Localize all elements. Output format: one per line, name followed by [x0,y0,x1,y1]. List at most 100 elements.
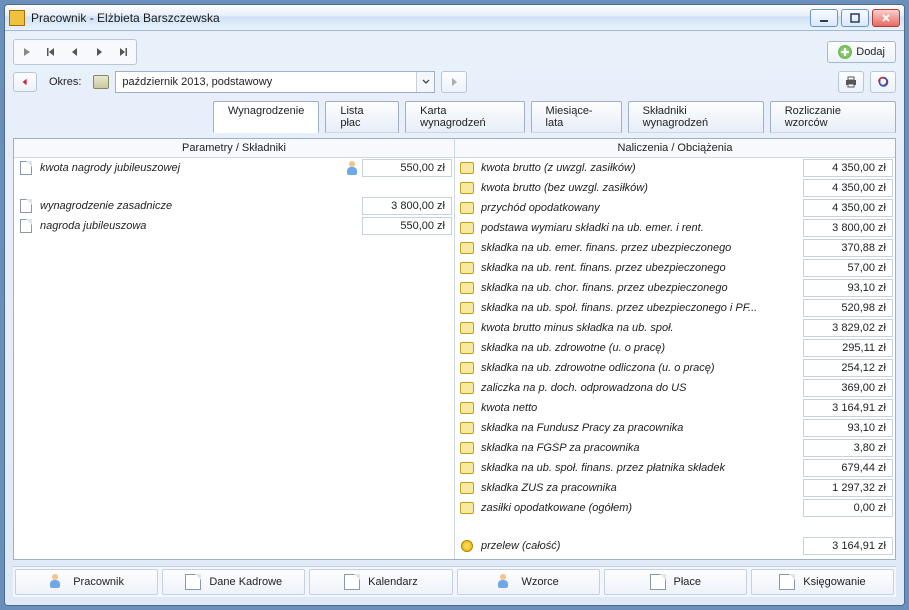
list-item[interactable]: zasiłki opodatkowane (ogółem)0,00 zł [455,498,895,518]
list-item[interactable]: składka na ub. rent. finans. przez ubezp… [455,258,895,278]
list-item[interactable]: podstawa wymiaru składki na ub. emer. i … [455,218,895,238]
row-label: zaliczka na p. doch. odprowadzona do US [481,382,803,394]
list-item[interactable]: kwota netto3 164,91 zł [455,398,895,418]
list-item[interactable]: wynagrodzenie zasadnicze3 800,00 zł [14,196,454,216]
list-item[interactable]: składka na ub. społ. finans. przez ubezp… [455,298,895,318]
list-item[interactable]: przelew (całość)3 164,91 zł [455,536,895,556]
row-value: 254,12 zł [803,359,893,377]
row-value: 4 350,00 zł [803,179,893,197]
row-label: kwota nagrody jubileuszowej [40,162,344,174]
right-rows: kwota brutto (z uwzgl. zasiłków)4 350,00… [455,158,895,559]
list-item[interactable]: kwota brutto (bez uwzgl. zasiłków)4 350,… [455,178,895,198]
scroll-icon [459,260,475,276]
prev-button[interactable] [64,42,86,62]
list-item[interactable]: składka na ub. chor. finans. przez ubezp… [455,278,895,298]
scroll-icon [459,180,475,196]
row-value: 4 350,00 zł [803,159,893,177]
ftab-dane[interactable]: Dane Kadrowe [162,569,305,595]
list-item[interactable]: kwota nagrody jubileuszowej550,00 zł [14,158,454,178]
row-value: 3 829,02 zł [803,319,893,337]
row-value: 370,88 zł [803,239,893,257]
plus-icon [838,45,852,59]
footer-tabs: Pracownik Dane Kadrowe Kalendarz Wzorce … [13,566,896,597]
list-item[interactable]: kwota brutto minus składka na ub. społ.3… [455,318,895,338]
tab-lista-plac[interactable]: Lista płac [325,101,399,133]
last-button[interactable] [112,42,134,62]
ftab-place[interactable]: Płace [604,569,747,595]
ftab-wzorce[interactable]: Wzorce [457,569,600,595]
row-value: 3 800,00 zł [803,219,893,237]
list-item[interactable]: składka na ub. społ. finans. przez płatn… [455,458,895,478]
card-icon [185,574,201,590]
ftab-pracownik[interactable]: Pracownik [15,569,158,595]
row-label: przelew (całość) [481,540,803,552]
tab-skladniki[interactable]: Składniki wynagrodzeń [628,101,764,133]
record-nav [13,39,137,65]
left-pane: Parametry / Składniki kwota nagrody jubi… [14,139,455,559]
window-title: Pracownik - Elżbieta Barszczewska [31,11,810,25]
list-item[interactable]: składka na ub. zdrowotne odliczona (u. o… [455,358,895,378]
titlebar[interactable]: Pracownik - Elżbieta Barszczewska [5,5,904,31]
row-value: 57,00 zł [803,259,893,277]
maximize-button[interactable] [841,9,869,27]
list-item[interactable]: składka na ub. emer. finans. przez ubezp… [455,238,895,258]
row-value: 369,00 zł [803,379,893,397]
row-label: składka na ub. zdrowotne (u. o pracę) [481,342,803,354]
tab-wynagrodzenie[interactable]: Wynagrodzenie [213,101,319,133]
row-value: 93,10 zł [803,419,893,437]
row-label: wynagrodzenie zasadnicze [40,200,362,212]
people-icon [497,574,513,590]
person-icon [49,574,65,590]
calendar-icon [344,574,360,590]
tab-karta[interactable]: Karta wynagrodzeń [405,101,524,133]
first-button[interactable] [40,42,62,62]
list-item[interactable]: składka na ub. zdrowotne (u. o pracę)295… [455,338,895,358]
document-icon [18,218,34,234]
list-item[interactable]: przychód opodatkowany4 350,00 zł [455,198,895,218]
scroll-icon [459,360,475,376]
row-label: składka na ub. chor. finans. przez ubezp… [481,282,803,294]
period-select[interactable] [115,71,435,93]
period-input[interactable] [116,72,416,92]
row-label: składka na ub. społ. finans. przez ubezp… [481,302,803,314]
main-tabs: Wynagrodzenie Lista płac Karta wynagrodz… [13,101,896,133]
list-item[interactable]: składka na Fundusz Pracy za pracownika93… [455,418,895,438]
row-label: kwota brutto minus składka na ub. społ. [481,322,803,334]
scroll-icon [459,380,475,396]
list-item[interactable]: składka na FGŚP za pracownika3,80 zł [455,438,895,458]
document-icon [18,198,34,214]
scroll-icon [459,220,475,236]
row-label: składka na Fundusz Pracy za pracownika [481,422,803,434]
next-button[interactable] [88,42,110,62]
ftab-ksiegowanie[interactable]: Księgowanie [751,569,894,595]
list-item[interactable]: składka ZUS za pracownika1 297,32 zł [455,478,895,498]
list-item[interactable] [455,518,895,536]
list-item[interactable] [14,178,454,196]
scroll-icon [459,420,475,436]
row-label: kwota netto [481,402,803,414]
refresh-button[interactable] [870,71,896,93]
row-label: składka ZUS za pracownika [481,482,803,494]
list-item[interactable]: nagroda jubileuszowa550,00 zł [14,216,454,236]
row-label: kwota brutto (z uwzgl. zasiłków) [481,162,803,174]
row-label: kwota brutto (bez uwzgl. zasiłków) [481,182,803,194]
add-button[interactable]: Dodaj [827,41,896,63]
scroll-icon [459,460,475,476]
scroll-icon [459,400,475,416]
right-header: Naliczenia / Obciążenia [455,139,895,158]
period-next-button[interactable] [441,71,467,93]
play-button[interactable] [16,42,38,62]
ftab-kalendarz[interactable]: Kalendarz [309,569,452,595]
list-item[interactable]: kwota brutto (z uwzgl. zasiłków)4 350,00… [455,158,895,178]
tab-rozliczanie[interactable]: Rozliczanie wzorców [770,101,896,133]
minimize-button[interactable] [810,9,838,27]
close-button[interactable] [872,9,900,27]
scroll-icon [459,320,475,336]
list-item[interactable]: zaliczka na p. doch. odprowadzona do US3… [455,378,895,398]
print-button[interactable] [838,71,864,93]
period-prev-button[interactable] [13,72,37,92]
row-label: przychód opodatkowany [481,202,803,214]
chevron-down-icon[interactable] [416,72,434,92]
tab-miesiace[interactable]: Miesiące-lata [531,101,622,133]
scroll-icon [459,200,475,216]
